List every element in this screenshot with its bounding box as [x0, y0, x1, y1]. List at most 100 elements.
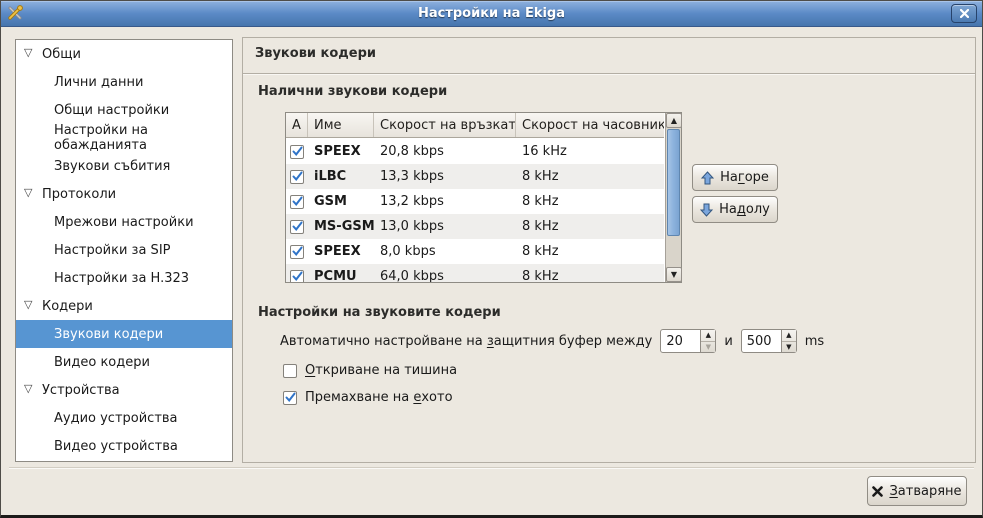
- codec-enabled-checkbox[interactable]: [290, 145, 304, 159]
- sidebar-item-label: Звукови събития: [54, 159, 170, 174]
- column-header[interactable]: Скорост на връзката: [374, 113, 516, 137]
- codec-row[interactable]: SPEEX8,0 kbps8 kHz: [286, 239, 664, 264]
- echo-cancellation-label: Премахване на ехото: [305, 390, 453, 405]
- spin-down-icon[interactable]: ▼: [782, 342, 796, 353]
- check-icon: [292, 221, 303, 232]
- codec-row[interactable]: iLBC13,3 kbps8 kHz: [286, 164, 664, 189]
- codec-name: GSM: [308, 194, 374, 209]
- codec-table-body: SPEEX20,8 kbps16 kHziLBC13,3 kbps8 kHzGS…: [286, 139, 664, 282]
- sidebar-item-общи-настройки[interactable]: Общи настройки: [16, 96, 232, 124]
- window-close-button[interactable]: [951, 4, 977, 23]
- sidebar-item-звукови-кодери[interactable]: Звукови кодери: [16, 320, 232, 348]
- silence-detection-option[interactable]: Откриване на тишина: [283, 363, 457, 378]
- sidebar-item-настройки-за-h.323[interactable]: Настройки за H.323: [16, 264, 232, 292]
- sidebar-item-общи[interactable]: ▽Общи: [16, 40, 232, 68]
- codec-enabled-checkbox[interactable]: [290, 220, 304, 234]
- codec-row[interactable]: MS-GSM13,0 kbps8 kHz: [286, 214, 664, 239]
- sidebar-item-label: Аудио устройства: [54, 411, 178, 426]
- jitter-min-spinbox[interactable]: 20 ▲▼: [660, 329, 716, 353]
- sidebar-item-протоколи[interactable]: ▽Протоколи: [16, 180, 232, 208]
- check-icon: [292, 146, 303, 157]
- codec-row[interactable]: SPEEX20,8 kbps16 kHz: [286, 139, 664, 164]
- check-icon: [292, 246, 303, 257]
- sidebar-list: ▽ОбщиЛични данниОбщи настройкиНастройки …: [16, 40, 232, 460]
- check-icon: [285, 392, 296, 403]
- scroll-down-stepper[interactable]: ▼: [666, 267, 682, 282]
- sidebar-item-звукови-събития[interactable]: Звукови събития: [16, 152, 232, 180]
- titlebar[interactable]: Настройки на Ekiga: [1, 1, 982, 27]
- codec-bitrate: 13,0 kbps: [374, 219, 516, 234]
- codec-row[interactable]: GSM13,2 kbps8 kHz: [286, 189, 664, 214]
- move-down-button[interactable]: Надолу: [692, 196, 778, 223]
- sidebar-item-видео-устройства[interactable]: Видео устройства: [16, 432, 232, 460]
- move-up-button[interactable]: Нагоре: [692, 164, 778, 191]
- sidebar-item-label: Видео кодери: [54, 355, 150, 370]
- reorder-buttons: Нагоре Надолу: [692, 164, 778, 223]
- close-dialog-button[interactable]: Затваряне: [867, 476, 967, 506]
- codec-enabled-checkbox[interactable]: [290, 270, 304, 283]
- jitter-unit-label: ms: [805, 334, 824, 349]
- sidebar-item-настройки-на-обажданията[interactable]: Настройки на обажданията: [16, 124, 232, 152]
- scroll-up-stepper[interactable]: ▲: [666, 113, 682, 128]
- codec-enabled-checkbox[interactable]: [290, 195, 304, 209]
- preferences-tree: ▽ОбщиЛични данниОбщи настройкиНастройки …: [15, 39, 233, 462]
- check-icon: [292, 271, 303, 282]
- codec-enabled-checkbox[interactable]: [290, 170, 304, 184]
- expander-open-icon[interactable]: ▽: [24, 46, 32, 59]
- close-x-icon: [872, 486, 883, 497]
- codec-table-header[interactable]: АИмеСкорост на връзкатаСкорост на часовн…: [286, 113, 664, 138]
- codecs-section-label: Налични звукови кодери: [258, 84, 447, 99]
- close-icon: [960, 9, 969, 18]
- settings-section-label: Настройки на звуковите кодери: [258, 305, 501, 320]
- column-header[interactable]: Име: [308, 113, 374, 137]
- panel-separator: [243, 73, 975, 74]
- sidebar-item-label: Устройства: [42, 383, 120, 398]
- action-area-separator: [9, 467, 974, 468]
- codec-bitrate: 13,3 kbps: [374, 169, 516, 184]
- spin-up-icon[interactable]: ▲: [782, 330, 796, 342]
- codec-name: iLBC: [308, 169, 374, 184]
- sidebar-item-label: Настройки за H.323: [54, 271, 189, 286]
- jitter-max-spinbox[interactable]: 500 ▲▼: [741, 329, 797, 353]
- expander-open-icon[interactable]: ▽: [24, 382, 32, 395]
- codec-enabled-checkbox[interactable]: [290, 245, 304, 259]
- sidebar-item-label: Видео устройства: [54, 439, 178, 454]
- codec-name: SPEEX: [308, 144, 374, 159]
- sidebar-item-кодери[interactable]: ▽ Кодери: [16, 292, 232, 320]
- echo-cancellation-option[interactable]: Премахване на ехото: [283, 390, 453, 405]
- echo-cancellation-checkbox[interactable]: [283, 391, 297, 405]
- column-header[interactable]: А: [286, 113, 308, 137]
- spin-arrows[interactable]: ▲▼: [700, 330, 715, 352]
- expander-open-icon[interactable]: ▽: [24, 298, 32, 311]
- codec-bitrate: 8,0 kbps: [374, 244, 516, 259]
- expander-open-icon[interactable]: ▽: [24, 186, 32, 199]
- spin-arrows[interactable]: ▲▼: [781, 330, 796, 352]
- codec-bitrate: 20,8 kbps: [374, 144, 516, 159]
- jitter-max-value[interactable]: 500: [742, 334, 781, 349]
- spin-down-icon[interactable]: ▼: [701, 342, 715, 353]
- sidebar-item-устройства[interactable]: ▽ Устройства: [16, 376, 232, 404]
- sidebar-item-настройки-за-sip[interactable]: Настройки за SIP: [16, 236, 232, 264]
- sidebar-item-аудио-устройства[interactable]: Аудио устройства: [16, 404, 232, 432]
- spin-up-icon[interactable]: ▲: [701, 330, 715, 342]
- move-up-label: Нагоре: [720, 170, 769, 185]
- sidebar-item-мрежови-настройки[interactable]: Мрежови настройки: [16, 208, 232, 236]
- sidebar-item-видео-кодери[interactable]: Видео кодери: [16, 348, 232, 376]
- main-panel: Звукови кодери Налични звукови кодери АИ…: [242, 37, 976, 463]
- jitter-buffer-row: Автоматично настройване на защитния буфе…: [280, 328, 824, 354]
- sidebar-item-label: Звукови кодери: [54, 327, 163, 342]
- arrow-down-icon: [700, 203, 713, 217]
- silence-detection-checkbox[interactable]: [283, 364, 297, 378]
- vertical-scrollbar[interactable]: ▲ ▼: [665, 113, 681, 282]
- jitter-min-value[interactable]: 20: [661, 334, 700, 349]
- scrollbar-thumb[interactable]: [667, 129, 680, 236]
- sidebar-item-label: Кодери: [42, 299, 93, 314]
- preferences-window: Настройки на Ekiga ▽Общи Лични данни Общи …: [0, 0, 983, 518]
- codec-name: MS-GSM: [308, 219, 374, 234]
- codec-row[interactable]: PCMU64,0 kbps8 kHz: [286, 264, 664, 282]
- sidebar-item-label: Лични данни: [54, 75, 143, 90]
- sidebar-item-лични-данни[interactable]: Лични данни: [16, 68, 232, 96]
- codec-name: SPEEX: [308, 244, 374, 259]
- jitter-buffer-label: Автоматично настройване на защитния буфе…: [280, 334, 652, 349]
- column-header[interactable]: Скорост на часовника: [516, 113, 664, 137]
